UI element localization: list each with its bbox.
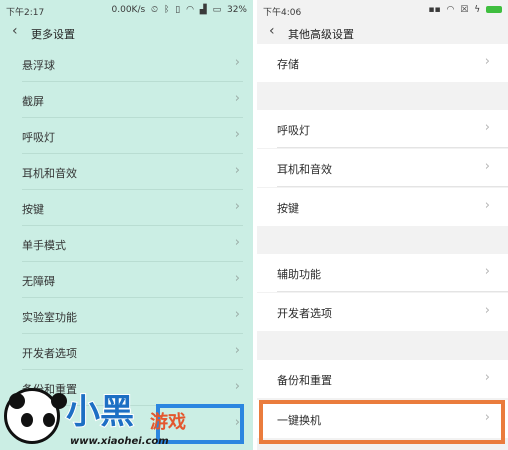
settings-item[interactable]: 呼吸灯 ›: [0, 118, 253, 154]
settings-item[interactable]: 按键 ›: [257, 188, 508, 226]
page-title: 其他高级设置: [288, 28, 354, 41]
settings-item-label: 悬浮球: [22, 59, 55, 72]
chevron-right-icon: ›: [234, 163, 240, 178]
chevron-right-icon: ›: [234, 379, 240, 394]
settings-item[interactable]: 按键 ›: [0, 190, 253, 226]
panda-icon: [4, 388, 67, 444]
settings-item-label: 辅助功能: [277, 268, 321, 281]
battery-icon: [486, 6, 502, 13]
chevron-right-icon: ›: [484, 120, 490, 135]
divider: [277, 291, 508, 292]
wifi-icon: ◠: [446, 5, 455, 15]
battery-icon: ▭: [212, 5, 222, 15]
page-header: ‹ 更多设置: [0, 22, 253, 46]
status-time: 下午2:17: [6, 8, 45, 18]
settings-item-label: 实验室功能: [22, 311, 77, 324]
chevron-right-icon: ›: [234, 307, 240, 322]
chevron-right-icon: ›: [484, 303, 490, 318]
sim-off-icon: ☒: [460, 5, 469, 15]
settings-item[interactable]: 呼吸灯 ›: [257, 110, 508, 148]
chevron-right-icon: ›: [484, 264, 490, 279]
page-title: 更多设置: [31, 28, 75, 41]
settings-item-label: 存储: [277, 58, 299, 71]
settings-item-label: 耳机和音效: [22, 167, 77, 180]
status-bar: 下午4:06 ▪▪ ◠ ☒ ϟ: [257, 0, 508, 20]
settings-item-label: 单手模式: [22, 239, 66, 252]
alarm-icon: ⏲: [151, 5, 159, 15]
settings-item[interactable]: 无障碍 ›: [0, 262, 253, 298]
back-arrow-icon[interactable]: ‹: [269, 23, 275, 39]
settings-item-label: 按键: [22, 203, 44, 216]
chevron-right-icon: ›: [234, 91, 240, 106]
chevron-right-icon: ›: [234, 199, 240, 214]
network-speed: 0.00K/s: [111, 5, 146, 15]
watermark-logo: 小黑 游戏 www.xiaohei.com: [0, 380, 200, 450]
chevron-right-icon: ›: [484, 54, 490, 69]
chevron-right-icon: ›: [234, 271, 240, 286]
settings-item-label: 截屏: [22, 95, 44, 108]
status-bar: 下午2:17 0.00K/s ⏲ ᛒ ▯ ◠ ▟ ▭ 32%: [0, 0, 253, 20]
settings-item[interactable]: 实验室功能 ›: [0, 298, 253, 334]
settings-item[interactable]: 耳机和音效 ›: [0, 154, 253, 190]
chevron-right-icon: ›: [234, 343, 240, 358]
chevron-right-icon: ›: [484, 370, 490, 385]
settings-item-label: 呼吸灯: [22, 131, 55, 144]
settings-item[interactable]: 开发者选项 ›: [257, 293, 508, 331]
settings-item-label: 按键: [277, 202, 299, 215]
signal-icon: ▪▪: [428, 5, 441, 15]
right-phone-screen: 下午4:06 ▪▪ ◠ ☒ ϟ ‹ 其他高级设置 存储 › 呼吸灯 › 耳机和音…: [257, 0, 508, 450]
settings-item[interactable]: 辅助功能 ›: [257, 254, 508, 292]
watermark-brand-game: 游戏: [150, 412, 186, 433]
settings-item[interactable]: 耳机和音效 ›: [257, 149, 508, 187]
page-header: ‹ 其他高级设置: [257, 22, 508, 46]
settings-item[interactable]: 悬浮球 ›: [0, 46, 253, 82]
wifi-icon: ◠: [186, 5, 194, 15]
settings-item-label: 呼吸灯: [277, 124, 310, 137]
settings-item[interactable]: 单手模式 ›: [0, 226, 253, 262]
status-time: 下午4:06: [263, 8, 302, 18]
back-arrow-icon[interactable]: ‹: [12, 23, 18, 39]
battery-percent: 32%: [226, 5, 247, 15]
chevron-right-icon: ›: [234, 235, 240, 250]
chevron-right-icon: ›: [234, 127, 240, 142]
settings-item-label: 备份和重置: [277, 374, 332, 387]
charging-icon: ϟ: [474, 5, 481, 15]
chevron-right-icon: ›: [484, 198, 490, 213]
settings-item[interactable]: 截屏 ›: [0, 82, 253, 118]
settings-item[interactable]: 存储 ›: [257, 44, 508, 82]
watermark-url: www.xiaohei.com: [70, 436, 169, 447]
settings-item-label: 耳机和音效: [277, 163, 332, 176]
highlight-box-orange: [259, 400, 505, 444]
bluetooth-icon: ᛒ: [163, 5, 170, 15]
settings-item[interactable]: 备份和重置 ›: [257, 360, 508, 398]
settings-item-label: 开发者选项: [277, 307, 332, 320]
vibrate-icon: ▯: [175, 5, 181, 15]
divider: [277, 147, 508, 148]
settings-item[interactable]: 开发者选项 ›: [0, 334, 253, 370]
settings-item-label: 无障碍: [22, 275, 55, 288]
signal-icon: ▟: [199, 5, 207, 15]
chevron-right-icon: ›: [234, 55, 240, 70]
watermark-brand: 小黑: [65, 391, 135, 433]
chevron-right-icon: ›: [484, 159, 490, 174]
divider: [277, 186, 508, 187]
settings-item-label: 开发者选项: [22, 347, 77, 360]
